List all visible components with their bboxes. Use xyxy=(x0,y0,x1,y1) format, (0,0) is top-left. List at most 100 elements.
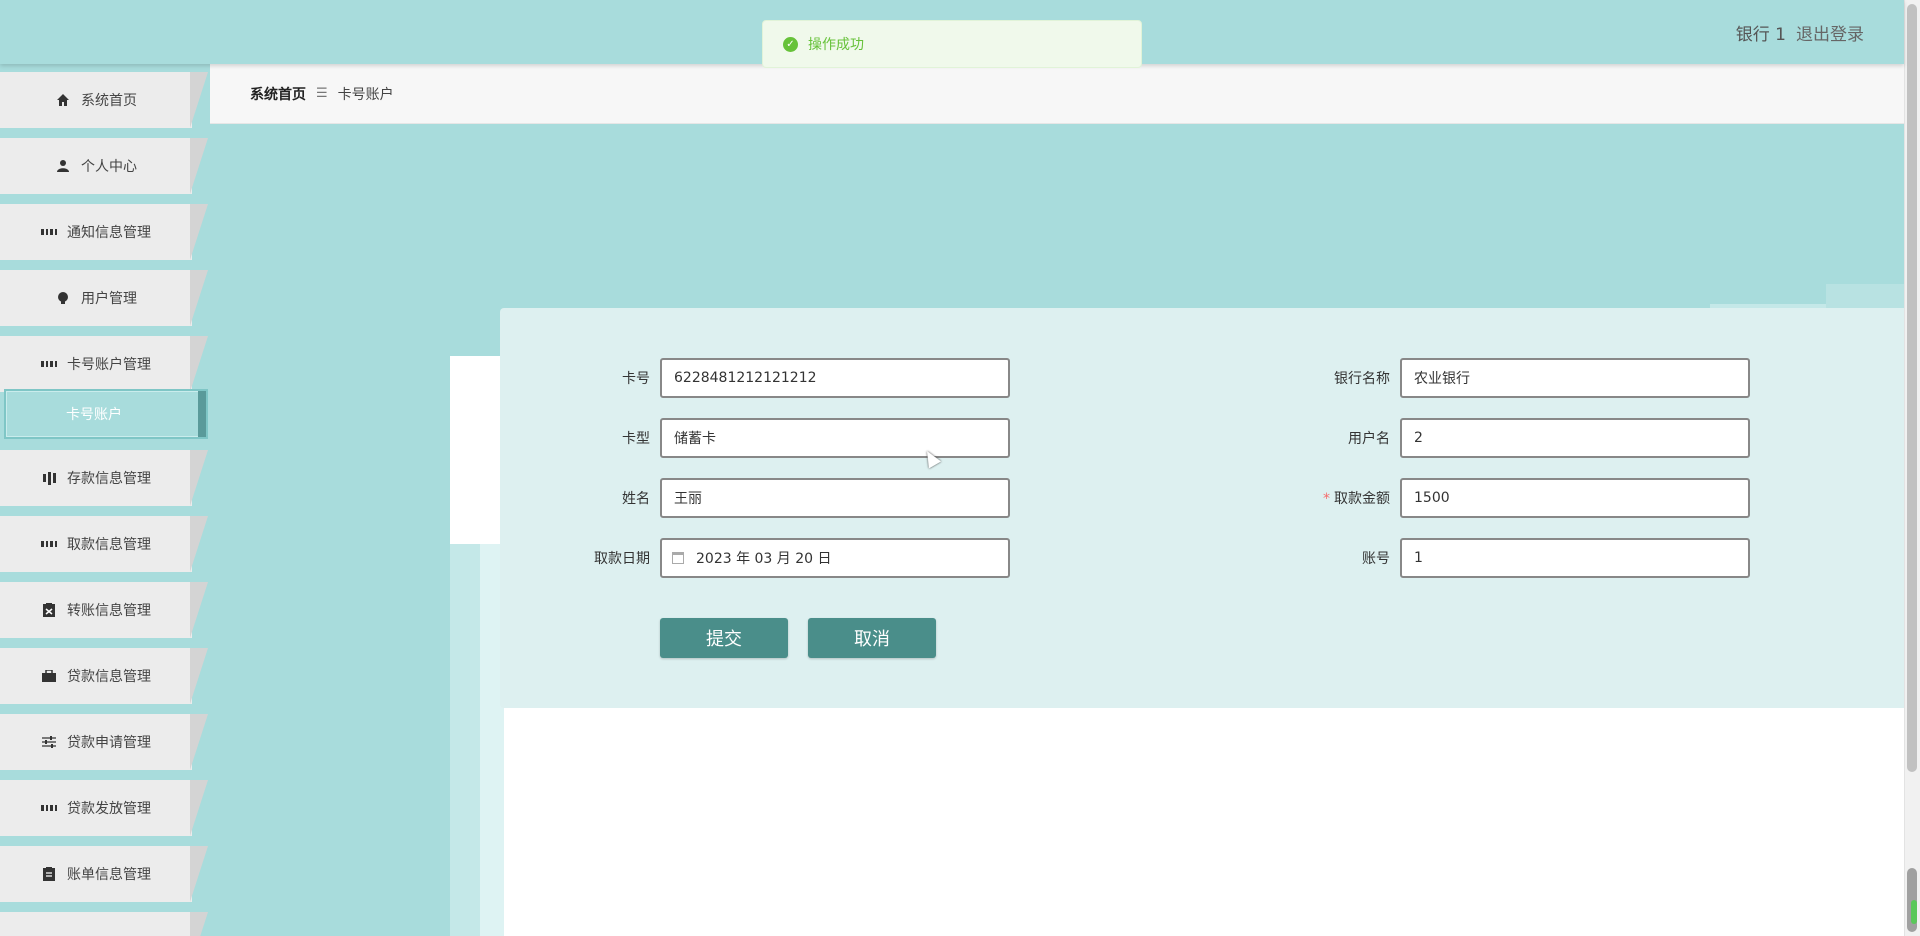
bg-decoration xyxy=(450,544,480,936)
account-label: 账号 xyxy=(1362,551,1390,567)
name-label: 姓名 xyxy=(622,491,650,507)
sidebar-item-profile[interactable]: 个人中心 xyxy=(0,138,208,198)
sidebar-item-loans[interactable]: 贷款信息管理 xyxy=(0,648,208,708)
nav-bg xyxy=(0,912,192,936)
active-indicator xyxy=(198,391,206,437)
card-type-label: 卡型 xyxy=(622,431,650,447)
sidebar-item-more[interactable] xyxy=(0,912,208,936)
sidebar-item-label: 卡号账户管理 xyxy=(67,357,151,373)
sidebar-item-notice[interactable]: 通知信息管理 xyxy=(0,204,208,264)
nav-edge xyxy=(190,336,208,392)
nav-content: 系统首页 xyxy=(0,72,192,128)
sidebar-item-deposits[interactable]: 存款信息管理 xyxy=(0,450,208,510)
nav-content: 用户管理 xyxy=(0,270,192,326)
nav-edge xyxy=(190,204,208,260)
sidebar-item-loan-applications[interactable]: 贷款申请管理 xyxy=(0,714,208,774)
sidebar-item-label: 账单信息管理 xyxy=(67,867,151,883)
bg-decoration xyxy=(210,124,450,936)
page-scrollbar[interactable] xyxy=(1904,0,1920,936)
account-input[interactable] xyxy=(1400,538,1750,578)
check-circle-icon: ✓ xyxy=(783,36,798,52)
nav-edge xyxy=(190,714,208,770)
nav-edge xyxy=(190,582,208,638)
name-field: 姓名 xyxy=(570,478,1010,518)
sidebar-item-label: 系统首页 xyxy=(81,93,137,109)
submit-button[interactable]: 提交 xyxy=(660,618,788,658)
sidebar-item-label: 个人中心 xyxy=(81,159,137,175)
main-content: 卡号 卡型 姓名 取款日期 2023 年 03 月 20 日 银行名称 用户名 xyxy=(210,124,1904,936)
sidebar-item-loan-disbursement[interactable]: 贷款发放管理 xyxy=(0,780,208,840)
bank-name-input[interactable] xyxy=(1400,358,1750,398)
sidebar-item-label: 贷款信息管理 xyxy=(67,669,151,685)
grid-icon xyxy=(41,356,57,372)
breadcrumb-home[interactable]: 系统首页 xyxy=(250,84,306,104)
card-no-label: 卡号 xyxy=(622,371,650,387)
bar-chart-icon xyxy=(41,470,57,486)
clipboard-icon xyxy=(41,866,57,882)
breadcrumb-separator-icon: ☰ xyxy=(316,86,328,101)
logout-link[interactable]: 退出登录 xyxy=(1796,20,1864,45)
grid-icon xyxy=(41,800,57,816)
date-picker[interactable]: 2023 年 03 月 20 日 xyxy=(660,538,1010,578)
nav-edge xyxy=(190,912,208,936)
sidebar-item-label: 取款信息管理 xyxy=(67,537,151,553)
current-user: 银行 1 xyxy=(1735,25,1786,45)
amount-label-wrap: * 取款金额 xyxy=(1300,488,1390,508)
nav-edge xyxy=(190,846,208,902)
scroll-indicator xyxy=(1911,900,1917,924)
card-no-input[interactable] xyxy=(660,358,1010,398)
nav-content: 账单信息管理 xyxy=(0,846,192,902)
sidebar-item-home[interactable]: 系统首页 xyxy=(0,72,208,132)
sliders-icon xyxy=(41,734,57,750)
username-label: 用户名 xyxy=(1348,431,1390,447)
date-value: 2023 年 03 月 20 日 xyxy=(696,551,832,567)
nav-edge xyxy=(190,270,208,326)
home-icon xyxy=(55,92,71,108)
nav-edge xyxy=(190,516,208,572)
sidebar-item-label: 贷款发放管理 xyxy=(67,801,151,817)
card-no-field: 卡号 xyxy=(570,358,1010,398)
nav-content: 贷款信息管理 xyxy=(0,648,192,704)
cancel-button[interactable]: 取消 xyxy=(808,618,936,658)
sidebar-subitem-card-account[interactable]: 卡号账户 xyxy=(4,389,208,439)
card-type-field: 卡型 xyxy=(570,418,1010,458)
user-area: 银行 1 退出登录 xyxy=(1736,20,1864,45)
sidebar-item-bills[interactable]: 账单信息管理 xyxy=(0,846,208,906)
sidebar-item-label: 贷款申请管理 xyxy=(67,735,151,751)
card-type-input[interactable] xyxy=(660,418,1010,458)
sidebar: 系统首页 个人中心 通知信息管理 用户管理 卡号账户管理 卡号账户 存款信息管理… xyxy=(0,64,210,936)
sidebar-item-users[interactable]: 用户管理 xyxy=(0,270,208,330)
nav-content: 贷款发放管理 xyxy=(0,780,192,836)
scroll-thumb[interactable] xyxy=(1907,4,1917,772)
bulb-icon xyxy=(55,290,71,306)
username-input[interactable] xyxy=(1400,418,1750,458)
nav-edge xyxy=(190,648,208,704)
amount-field: * 取款金额 xyxy=(1300,478,1750,518)
sidebar-item-withdrawals[interactable]: 取款信息管理 xyxy=(0,516,208,576)
date-label: 取款日期 xyxy=(594,551,650,567)
nav-edge xyxy=(190,138,208,194)
nav-edge xyxy=(190,72,208,128)
name-input[interactable] xyxy=(660,478,1010,518)
username-field: 用户名 xyxy=(1300,418,1750,458)
withdrawal-form: 卡号 卡型 姓名 取款日期 2023 年 03 月 20 日 银行名称 用户名 xyxy=(500,308,1904,708)
user-icon xyxy=(55,158,71,174)
bank-name-field: 银行名称 xyxy=(1300,358,1750,398)
grid-icon xyxy=(41,536,57,552)
sidebar-item-label: 存款信息管理 xyxy=(67,471,151,487)
nav-edge xyxy=(190,780,208,836)
nav-content: 卡号账户管理 xyxy=(0,336,192,392)
sidebar-subitem-label: 卡号账户 xyxy=(66,407,122,423)
required-mark: * xyxy=(1323,491,1330,507)
account-field: 账号 xyxy=(1300,538,1750,578)
date-field: 取款日期 2023 年 03 月 20 日 xyxy=(570,538,1010,578)
sidebar-item-label: 用户管理 xyxy=(81,291,137,307)
success-toast: ✓ 操作成功 xyxy=(762,20,1142,68)
sidebar-item-card-accounts[interactable]: 卡号账户管理 xyxy=(0,336,208,396)
nav-content: 个人中心 xyxy=(0,138,192,194)
amount-input[interactable] xyxy=(1400,478,1750,518)
calendar-icon xyxy=(672,552,684,564)
grid-icon xyxy=(41,224,57,240)
sidebar-item-transfers[interactable]: 转账信息管理 xyxy=(0,582,208,642)
bank-name-label: 银行名称 xyxy=(1334,371,1390,387)
